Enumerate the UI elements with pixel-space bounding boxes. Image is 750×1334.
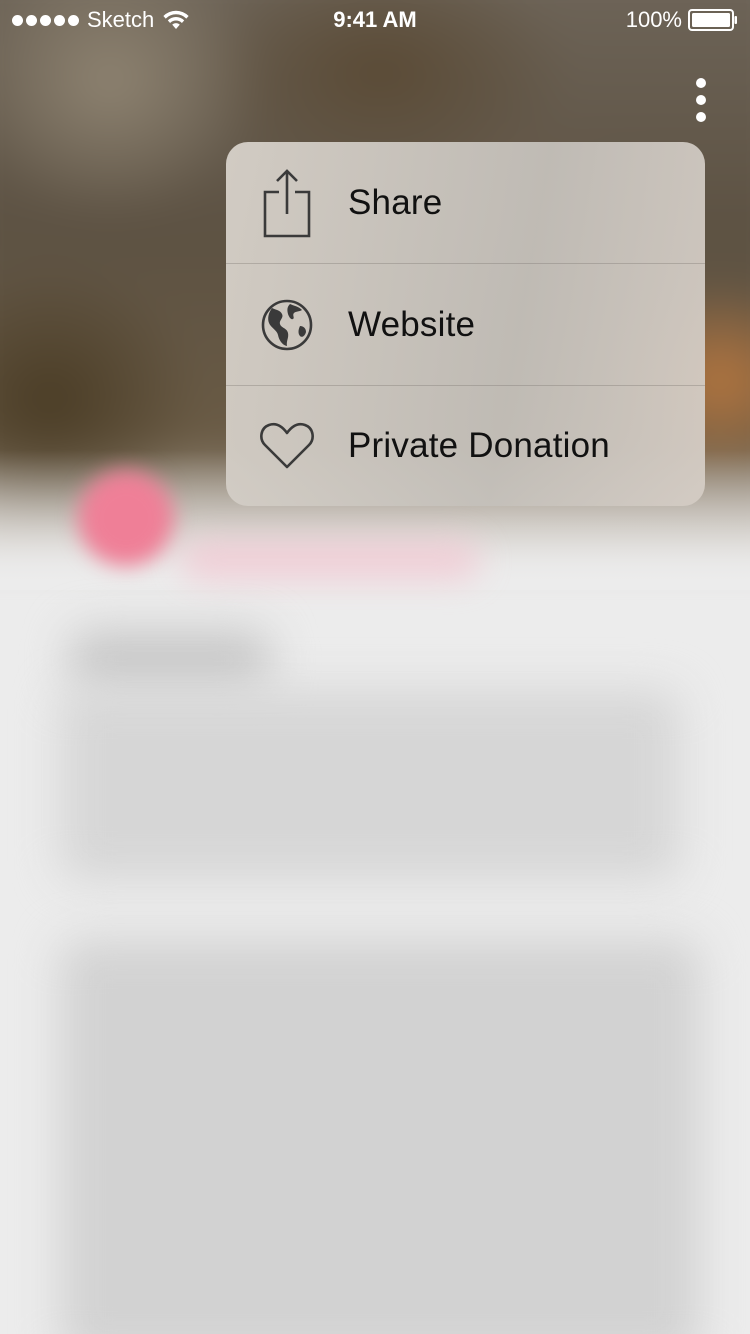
blurred-text-block — [60, 690, 680, 880]
quick-action-menu: Share Website Private Donation — [226, 142, 705, 506]
globe-icon — [256, 290, 318, 360]
menu-item-website[interactable]: Website — [226, 264, 705, 386]
more-dot — [696, 112, 706, 122]
more-options-button[interactable] — [684, 72, 718, 128]
blurred-title-line — [180, 540, 480, 580]
avatar — [78, 470, 174, 566]
menu-item-share[interactable]: Share — [226, 142, 705, 264]
menu-item-label: Website — [348, 304, 476, 344]
menu-item-private-donation[interactable]: Private Donation — [226, 386, 705, 506]
blurred-heading — [70, 630, 270, 690]
more-dot — [696, 95, 706, 105]
heart-icon — [256, 411, 318, 481]
blurred-card — [60, 940, 700, 1334]
status-right: 100% — [626, 7, 738, 33]
share-icon — [256, 168, 318, 238]
battery-icon — [688, 9, 737, 31]
more-dot — [696, 78, 706, 88]
menu-item-label: Private Donation — [348, 426, 610, 465]
menu-item-label: Share — [348, 182, 443, 222]
battery-percentage: 100% — [625, 7, 682, 32]
status-bar: Sketch 9:41 AM 100% — [0, 0, 750, 40]
